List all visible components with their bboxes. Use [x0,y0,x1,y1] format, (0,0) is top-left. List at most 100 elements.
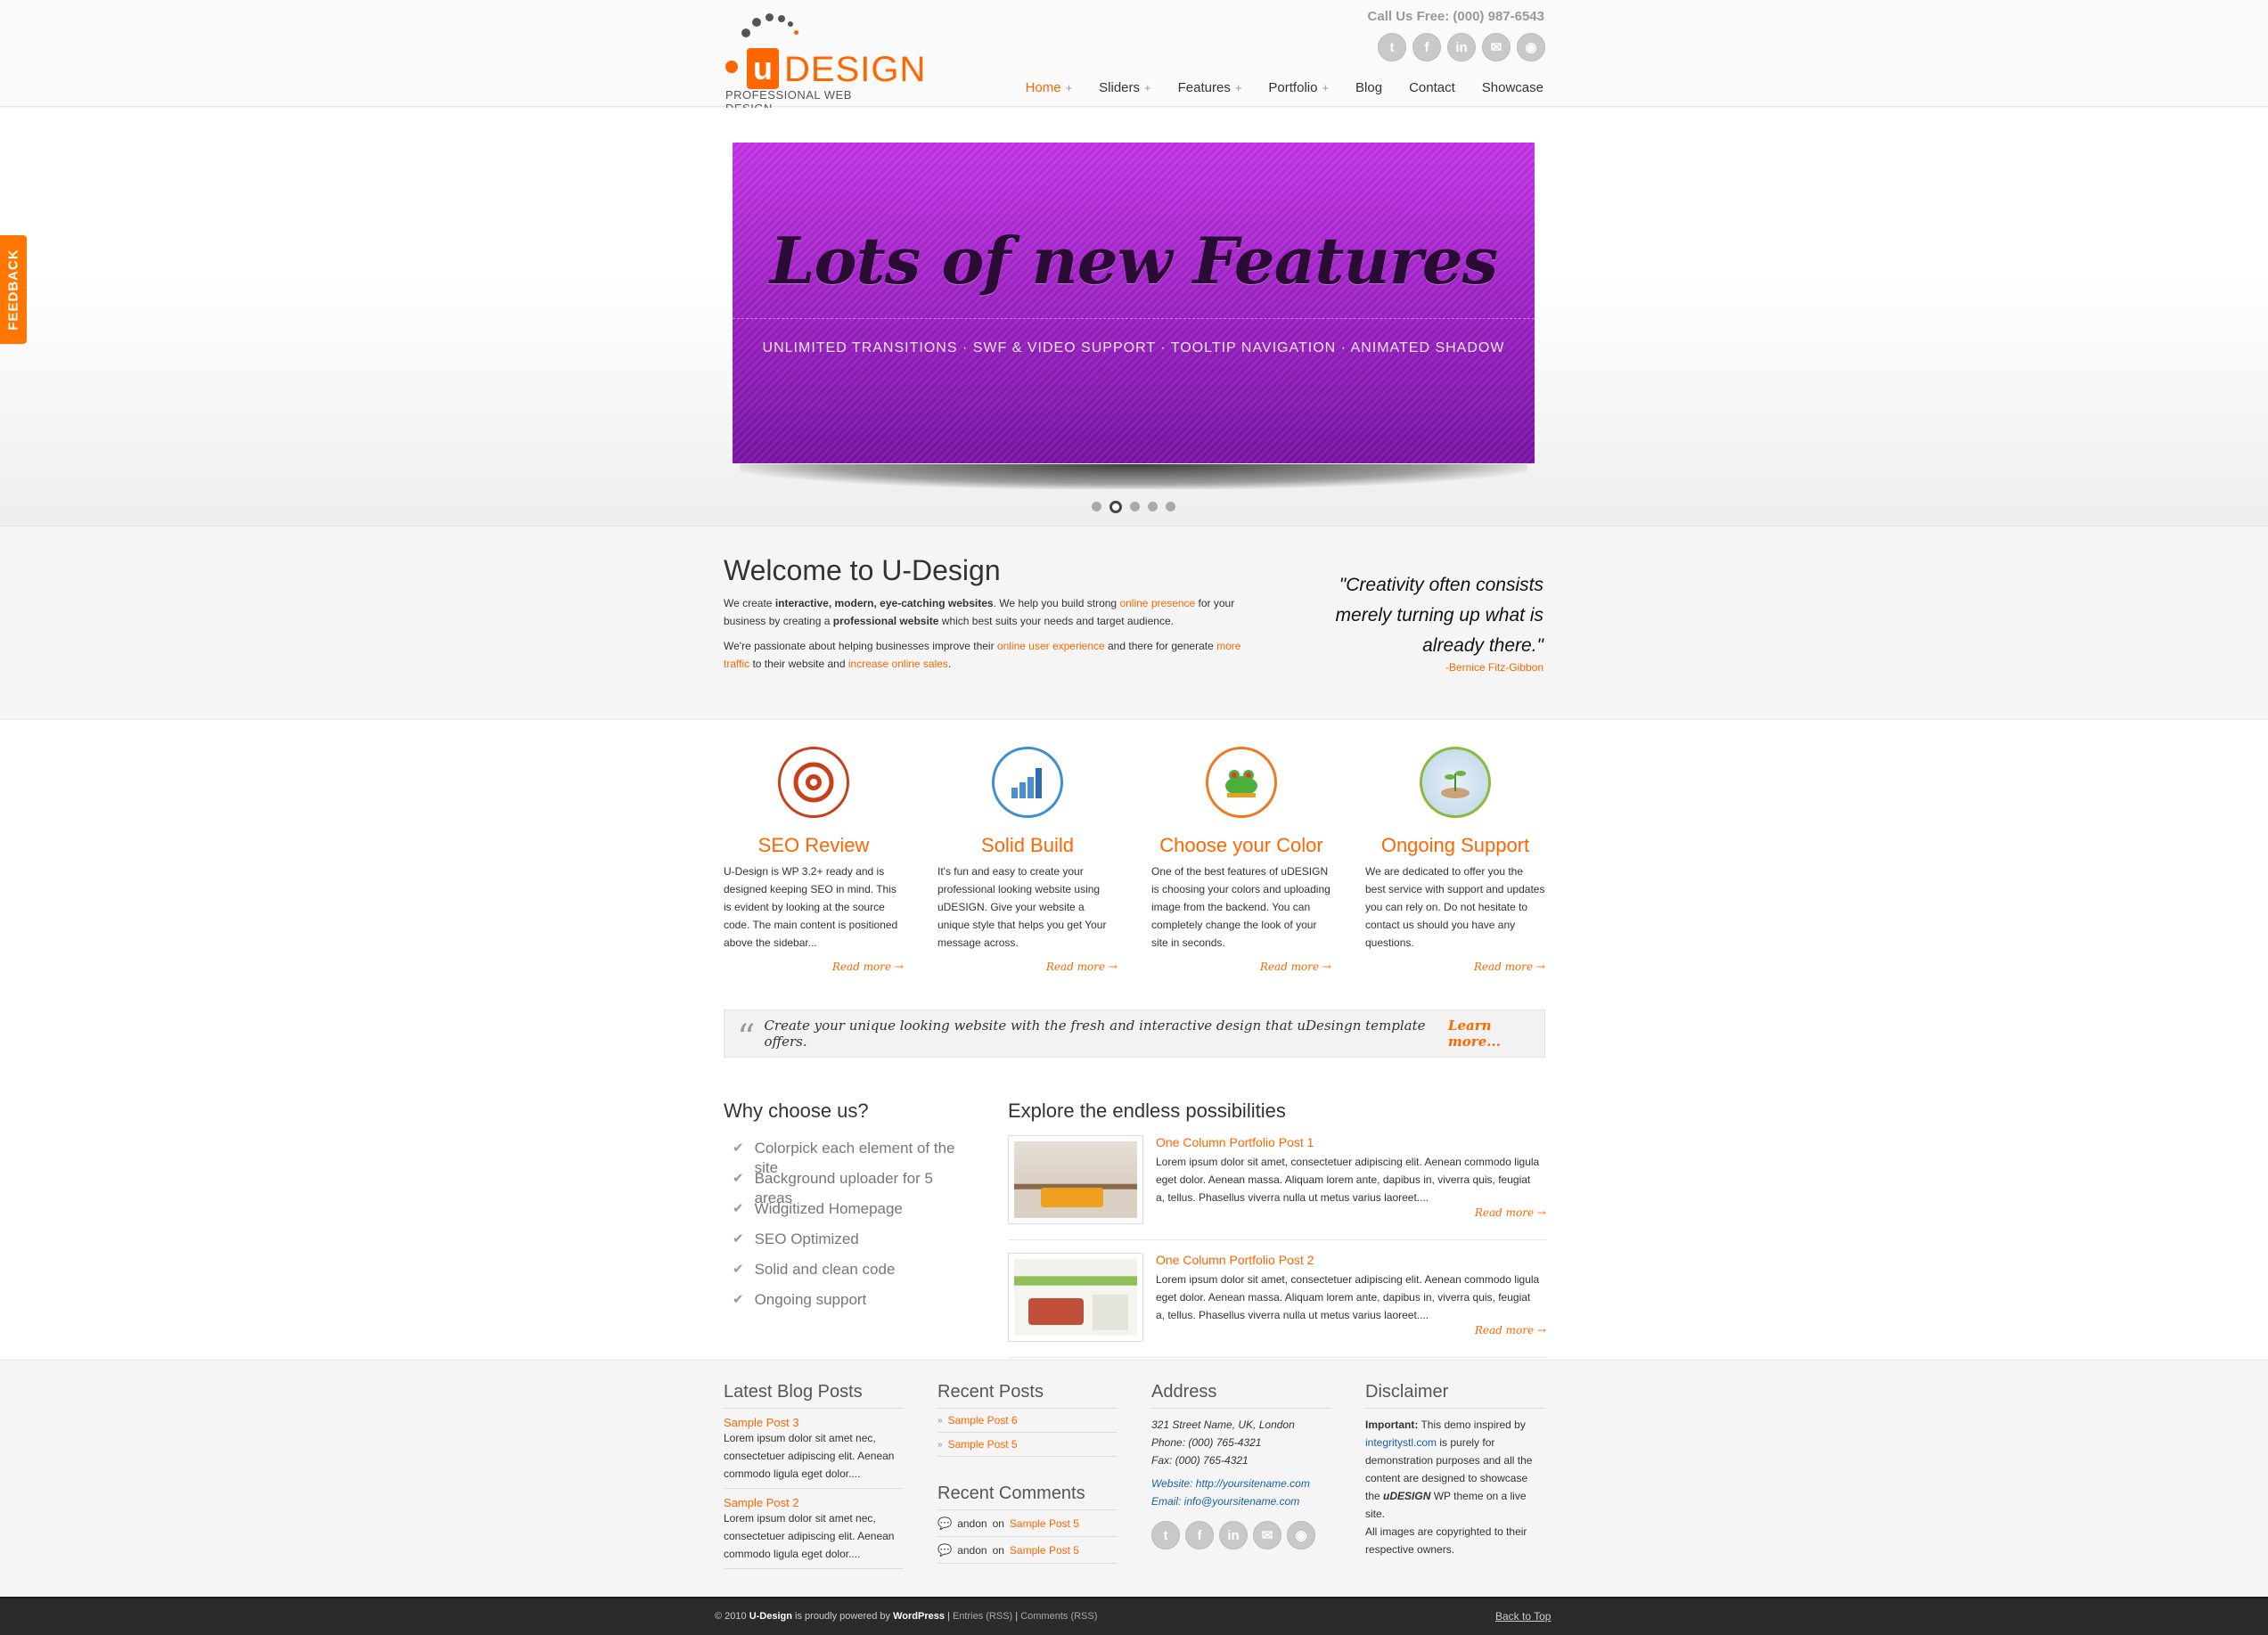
separator: | [944,1611,953,1622]
linkedin-icon[interactable]: in [1219,1521,1248,1549]
integritystl-link[interactable]: integritystl.com [1365,1436,1437,1449]
read-more-link[interactable]: Read more → [937,961,1118,973]
rss-icon[interactable]: ◉ [1517,33,1545,61]
email-icon[interactable]: ✉ [1482,33,1511,61]
email-icon[interactable]: ✉ [1253,1521,1281,1549]
list-item: ✔ Background uploader for 5 areas [724,1169,973,1206]
text: to their website and [749,658,848,670]
linkedin-icon[interactable]: in [1447,33,1476,61]
submenu-indicator: + [1322,81,1330,94]
post-title-link[interactable]: One Column Portfolio Post 2 [1156,1253,1314,1267]
read-more-link[interactable]: Read more → [1151,961,1331,973]
slider-pagination [1092,501,1175,513]
portfolio-thumbnail[interactable] [1008,1135,1143,1224]
nav-item-portfolio[interactable]: Portfolio + [1268,80,1329,95]
logo-dot [778,15,785,22]
copyright: © 2010 U-Design is proudly powered by Wo… [715,1611,1097,1622]
slider-dot[interactable] [1130,502,1140,511]
rss-icon[interactable]: ◉ [1287,1521,1315,1549]
twitter-icon[interactable]: t [1151,1521,1180,1549]
slider-dot-active[interactable] [1109,501,1122,513]
text: and there for generate [1104,640,1217,652]
facebook-icon[interactable]: f [1185,1521,1214,1549]
comment-author: andon [957,1543,987,1557]
slide-divider [733,318,1535,319]
feedback-label: FEEDBACK [5,249,21,331]
bottom-bar: © 2010 U-Design is proudly powered by Wo… [0,1597,2268,1635]
text-bold: Important: [1365,1418,1419,1431]
back-to-top-link[interactable]: Back to Top [1495,1610,1551,1623]
entries-rss-link[interactable]: Entries (RSS) [953,1611,1012,1622]
increase-online-sales-link[interactable]: increase online sales [848,658,948,670]
plant-hands-icon-svg [1441,771,1470,798]
feedback-tab[interactable]: FEEDBACK [0,235,27,344]
wordpress-link[interactable]: WordPress [893,1611,945,1622]
list-item: ✔ Solid and clean code [724,1260,973,1290]
sofa-shape [1041,1188,1103,1207]
facebook-icon[interactable]: f [1412,33,1441,61]
text-bold: professional website [832,615,939,627]
twitter-icon[interactable]: t [1378,33,1406,61]
callout-text: Create your unique looking website with … [764,1018,1426,1050]
address-street: 321 Street Name, UK, London [1151,1418,1295,1431]
nav-item-features[interactable]: Features + [1178,80,1242,95]
text: © 2010 [715,1611,749,1622]
slider-dot[interactable] [1166,502,1175,511]
read-more-link[interactable]: Read more → [724,961,904,973]
nav-item-showcase[interactable]: Showcase [1482,80,1543,95]
list-item-label: SEO Optimized [754,1230,859,1247]
text: We're passionate about helping businesse… [724,640,997,652]
nav-label: Sliders [1099,80,1141,95]
online-user-experience-link[interactable]: online user experience [997,640,1105,652]
blog-post-excerpt: Lorem ipsum dolor sit amet nec, consecte… [724,1429,904,1489]
learn-more-link[interactable]: Learn more... [1448,1018,1544,1050]
feature-ongoing-support: Ongoing Support We are dedicated to offe… [1365,747,1545,973]
read-more-link[interactable]: Read more → [1475,1324,1546,1337]
comment-post-link[interactable]: Sample Post 5 [1010,1510,1079,1537]
slider-dot[interactable] [1092,502,1101,511]
disclaimer-widget: Disclaimer Important: This demo inspired… [1365,1382,1545,1558]
list-item-label: Colorpick each element of the site [754,1140,955,1176]
bar-chart-icon [992,747,1063,818]
feature-title: SEO Review [757,834,870,856]
nav-item-home[interactable]: Home + [1026,80,1073,95]
food-shape [1028,1298,1084,1325]
feature-choose-color: Choose your Color One of the best featur… [1151,747,1331,973]
read-more-link[interactable]: Read more → [1475,1206,1546,1219]
nav-item-sliders[interactable]: Sliders + [1099,80,1150,95]
submenu-indicator: + [1144,81,1151,94]
feature-text: We are dedicated to offer you the best s… [1365,865,1545,949]
nav-item-blog[interactable]: Blog [1355,80,1382,95]
online-presence-link[interactable]: online presence [1119,597,1195,609]
recent-post-label: Sample Post 5 [947,1437,1018,1451]
comments-rss-link[interactable]: Comments (RSS) [1020,1611,1097,1622]
email-link[interactable]: Email: info@yoursitename.com [1151,1492,1331,1510]
slider-dot[interactable] [1148,502,1158,511]
logo-u-mark: u [747,48,779,89]
website-link[interactable]: Website: http://yoursitename.com [1151,1475,1331,1492]
read-more-link[interactable]: Read more → [1365,961,1545,973]
footer-widgets: Latest Blog Posts Sample Post 3 Lorem ip… [0,1360,2268,1597]
blog-post-link[interactable]: Sample Post 3 [724,1416,904,1429]
recent-post-item[interactable]: » Sample Post 5 [937,1433,1118,1457]
feature-title: Solid Build [981,834,1074,856]
post-title-link[interactable]: One Column Portfolio Post 1 [1156,1135,1314,1149]
nav-label: Contact [1409,80,1455,95]
recent-post-item[interactable]: » Sample Post 6 [937,1409,1118,1433]
nav-item-contact[interactable]: Contact [1409,80,1455,95]
blog-post-link[interactable]: Sample Post 2 [724,1496,904,1509]
why-heading: Why choose us? [724,1100,869,1122]
site-logo[interactable]: u DESIGN PROFESSIONAL WEB DESIGN [724,11,925,115]
list-item-label: Ongoing support [754,1291,867,1308]
recent-comment-item: 💬 andon on Sample Post 5 [937,1510,1118,1537]
portfolio-post: One Column Portfolio Post 1 Lorem ipsum … [1008,1135,1546,1240]
slide[interactable]: Lots of new Features UNLIMITED TRANSITIO… [733,143,1535,463]
portfolio-thumbnail[interactable] [1008,1253,1143,1342]
comment-post-link[interactable]: Sample Post 5 [1010,1537,1079,1564]
quote-mark-icon: “ [737,1018,756,1059]
frog-icon-svg [1225,770,1257,797]
address-widget: Address 321 Street Name, UK, London Phon… [1151,1382,1331,1549]
thumbnail-image [1014,1259,1137,1336]
checkmark-icon: ✔ [733,1262,744,1277]
welcome-paragraph-1: We create interactive, modern, eye-catch… [724,594,1258,630]
